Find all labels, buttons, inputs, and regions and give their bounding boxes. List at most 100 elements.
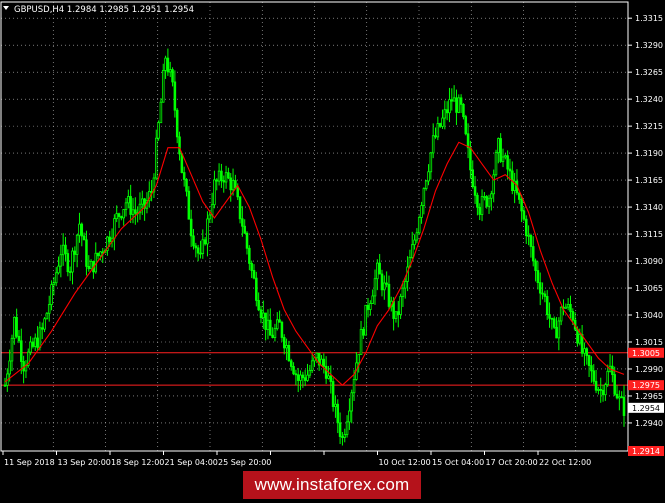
candle-body bbox=[397, 311, 400, 315]
candle-body bbox=[40, 327, 44, 330]
candle-body bbox=[431, 135, 435, 154]
candle-body bbox=[271, 334, 274, 338]
y-tick-label: 1.3190 bbox=[635, 149, 663, 158]
candle-body bbox=[61, 244, 65, 256]
candle-body bbox=[380, 273, 384, 291]
candle-body bbox=[168, 69, 172, 73]
candle-body bbox=[122, 209, 125, 219]
x-tick-label: 21 Sep 04:00 bbox=[165, 458, 218, 467]
candle-body bbox=[529, 234, 533, 247]
candle-body bbox=[376, 262, 379, 280]
candle-body bbox=[217, 170, 221, 182]
candle-body bbox=[54, 272, 58, 284]
candle-body bbox=[436, 123, 440, 138]
candle-body bbox=[499, 138, 502, 162]
candle-body bbox=[220, 170, 223, 181]
candle-body bbox=[583, 348, 586, 354]
candle-body bbox=[536, 270, 540, 284]
candle-body bbox=[422, 188, 426, 206]
candle-body bbox=[383, 282, 386, 291]
candle-body bbox=[178, 136, 181, 155]
candle-body bbox=[438, 123, 442, 127]
candle-body bbox=[403, 281, 407, 289]
candle-body bbox=[259, 309, 263, 319]
y-tick-label: 1.3015 bbox=[635, 338, 663, 347]
candle-body bbox=[359, 329, 363, 355]
candle-body bbox=[47, 304, 51, 314]
candle-body bbox=[101, 251, 105, 254]
candle-body bbox=[43, 318, 46, 330]
candle-body bbox=[320, 358, 323, 366]
candle-body bbox=[394, 311, 398, 319]
candle-body bbox=[459, 97, 463, 105]
candle-body bbox=[371, 295, 374, 304]
candle-body bbox=[366, 304, 370, 310]
candle-body bbox=[538, 282, 542, 294]
candle-body bbox=[385, 282, 388, 285]
candle-body bbox=[66, 253, 70, 273]
candle-body bbox=[410, 244, 414, 258]
candle-body bbox=[450, 99, 454, 102]
candle-body bbox=[82, 235, 86, 241]
candle-body bbox=[306, 374, 309, 381]
candle-body bbox=[443, 109, 447, 119]
candle-body bbox=[231, 180, 235, 191]
candle-body bbox=[180, 153, 184, 173]
candle-body bbox=[348, 410, 351, 423]
candle-body bbox=[292, 366, 295, 375]
candle-body bbox=[241, 218, 244, 227]
candle-body bbox=[50, 284, 53, 305]
level-price-label: 1.2975 bbox=[632, 381, 660, 390]
candle-body bbox=[618, 396, 621, 399]
candle-body bbox=[31, 341, 35, 347]
chart-canvas: 1.3315 1.3290 1.3265 1.3240 1.3215 1.3190 1.31… bbox=[0, 1, 664, 467]
dropdown-triangle-icon[interactable] bbox=[3, 6, 9, 10]
candle-body bbox=[236, 187, 239, 198]
candle-body bbox=[331, 381, 335, 408]
candle-body bbox=[552, 318, 556, 328]
candle-body bbox=[455, 97, 458, 113]
candle-body bbox=[518, 192, 521, 200]
candle-body bbox=[508, 168, 512, 172]
candle-body bbox=[420, 205, 423, 218]
x-tick-label: 22 Oct 12:00 bbox=[539, 458, 591, 467]
candle-body bbox=[85, 239, 88, 267]
y-tick-label: 1.3215 bbox=[635, 122, 663, 131]
candle-body bbox=[322, 358, 326, 367]
candle-body bbox=[478, 206, 481, 215]
candle-body bbox=[434, 135, 437, 138]
candle-body bbox=[364, 304, 367, 336]
candle-body bbox=[171, 69, 174, 83]
candle-body bbox=[73, 250, 77, 255]
candle-body bbox=[310, 360, 314, 371]
candle-body bbox=[201, 239, 205, 254]
candle-body bbox=[289, 360, 293, 367]
candle-body bbox=[127, 196, 130, 204]
x-tick-label: 25 Sep 20:00 bbox=[218, 458, 271, 467]
candle-body bbox=[264, 312, 267, 330]
candle-body bbox=[52, 282, 56, 285]
candle-body bbox=[566, 304, 570, 308]
candle-body bbox=[89, 260, 93, 270]
candle-body bbox=[36, 337, 39, 348]
candle-body bbox=[522, 210, 526, 220]
candle-body bbox=[548, 314, 551, 319]
candle-body bbox=[243, 225, 246, 234]
x-tick-label: 18 Sep 12:00 bbox=[111, 458, 164, 467]
candle-body bbox=[189, 218, 193, 237]
candle-body bbox=[392, 300, 395, 319]
price-chart: 1.3315 1.3290 1.3265 1.3240 1.3215 1.3190 1.31… bbox=[0, 0, 665, 499]
candle-body bbox=[276, 319, 279, 330]
candle-body bbox=[464, 116, 468, 135]
candle-body bbox=[448, 99, 451, 114]
candle-body bbox=[68, 271, 72, 274]
candle-body bbox=[329, 375, 333, 382]
candle-body bbox=[462, 103, 465, 118]
x-tick-label: 15 Oct 04:00 bbox=[432, 458, 484, 467]
candle-body bbox=[175, 109, 179, 138]
candle-body bbox=[424, 180, 428, 189]
candle-body bbox=[452, 97, 456, 102]
candle-body bbox=[466, 133, 470, 149]
candle-body bbox=[99, 251, 102, 257]
candle-body bbox=[301, 374, 305, 379]
